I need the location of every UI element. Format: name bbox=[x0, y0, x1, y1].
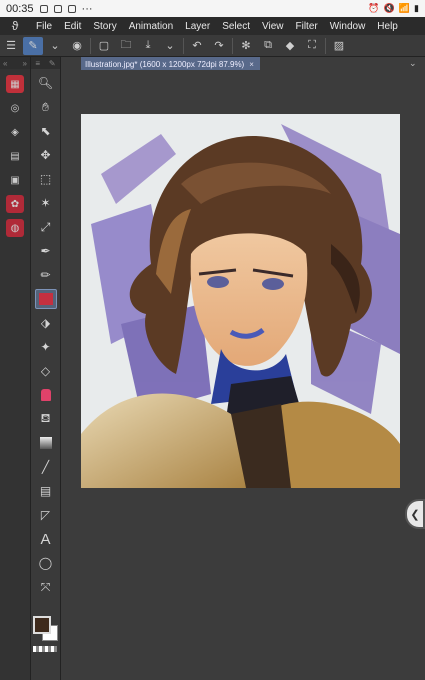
color-chip[interactable] bbox=[33, 616, 59, 642]
notification-icon bbox=[39, 4, 48, 13]
sub-panel: «» ▦ ◎ ◈ ▤ ▣ ✿ ◍ bbox=[0, 57, 31, 680]
line-icon[interactable]: ╱ bbox=[35, 457, 57, 477]
menu-help[interactable]: Help bbox=[371, 21, 404, 32]
redo-icon[interactable]: ↷ bbox=[209, 37, 229, 55]
correction-icon[interactable]: ⤧ bbox=[35, 577, 57, 597]
toolbar-divider-4 bbox=[325, 37, 326, 54]
copy-icon[interactable]: ⧉ bbox=[258, 37, 278, 55]
fill-icon[interactable]: ◆ bbox=[280, 37, 300, 55]
transparent-color-swatch[interactable] bbox=[33, 646, 57, 652]
save-icon[interactable]: ⤓ bbox=[138, 37, 158, 55]
loading-icon[interactable]: ✻ bbox=[236, 37, 256, 55]
alarm-icon: ⏰ bbox=[368, 3, 380, 13]
chevron-down-icon-3[interactable]: ⌄ bbox=[409, 58, 417, 69]
menu-view[interactable]: View bbox=[256, 21, 290, 32]
mute-icon: 🔇 bbox=[383, 3, 395, 13]
tool-panel-header: ≡ ✎ bbox=[31, 57, 60, 69]
selection-icon[interactable]: ⬚ bbox=[35, 169, 57, 189]
side-panel-toggle-icon[interactable]: ❮ bbox=[405, 499, 425, 529]
menu-animation[interactable]: Animation bbox=[123, 21, 179, 32]
magic-wand-icon[interactable]: ✶ bbox=[35, 193, 57, 213]
app-logo-icon[interactable]: ϑ bbox=[0, 19, 30, 33]
frame-icon[interactable]: ▤ bbox=[35, 481, 57, 501]
brush-icon[interactable] bbox=[34, 289, 57, 309]
fill-icon[interactable]: ⛾ bbox=[35, 409, 57, 429]
document-tab-title: Illustration.jpg* (1600 x 1200px 72dpi 8… bbox=[85, 59, 245, 69]
gradient-icon[interactable] bbox=[35, 433, 57, 453]
menu-edit[interactable]: Edit bbox=[58, 21, 87, 32]
document-tab[interactable]: Illustration.jpg* (1600 x 1200px 72dpi 8… bbox=[81, 57, 260, 70]
blend-icon[interactable] bbox=[35, 385, 57, 405]
notification-icon-2 bbox=[53, 4, 62, 13]
pen-nib-icon[interactable]: ✎ bbox=[49, 59, 56, 68]
collapse-right-icon[interactable]: » bbox=[23, 59, 27, 68]
menu-select[interactable]: Select bbox=[216, 21, 256, 32]
layer-panel-icon[interactable]: ◈ bbox=[6, 123, 24, 141]
system-status-bar: 00:35 ··· ⏰ 🔇 📶 ▮ bbox=[0, 0, 425, 17]
sparkle-icon[interactable]: ✦ bbox=[35, 337, 57, 357]
chevron-down-icon[interactable]: ⌄ bbox=[45, 37, 65, 55]
chevron-down-icon-2[interactable]: ⌄ bbox=[160, 37, 180, 55]
airbrush-icon[interactable]: ⬗ bbox=[35, 313, 57, 333]
materials-icon[interactable]: ▣ bbox=[6, 171, 24, 189]
panel-menu-icon[interactable]: ≡ bbox=[35, 59, 40, 68]
brush-settings-icon[interactable]: ✿ bbox=[6, 195, 24, 213]
navigator-icon[interactable]: ◎ bbox=[6, 99, 24, 117]
menu-layer[interactable]: Layer bbox=[179, 21, 216, 32]
toolbar-divider-2 bbox=[183, 37, 184, 54]
menu-story[interactable]: Story bbox=[87, 21, 122, 32]
eyedropper-icon[interactable]: ⤢ bbox=[35, 217, 57, 237]
edit-mode-icon[interactable]: ✎ bbox=[23, 36, 43, 55]
eraser-icon[interactable]: ◇ bbox=[35, 361, 57, 381]
toolbar-divider bbox=[90, 37, 91, 54]
undo-icon[interactable]: ↶ bbox=[187, 37, 207, 55]
more-notifications: ··· bbox=[81, 2, 93, 15]
battery-icon: ▮ bbox=[414, 3, 419, 13]
tool-panel: ≡ ✎ 🔍︎ ✋︎ ⬉ ✥ ⬚ ✶ ⤢ ✒ ✏ ⬗ ✦ ◇ ⛾ ╱ ▤ ◸ A ◯… bbox=[31, 57, 61, 680]
move-icon[interactable]: ✥ bbox=[35, 145, 57, 165]
menu-file[interactable]: File bbox=[30, 21, 58, 32]
open-file-icon[interactable]: 🗀 bbox=[116, 37, 136, 55]
pen-icon[interactable]: ✒ bbox=[35, 241, 57, 261]
pencil-icon[interactable]: ✏ bbox=[35, 265, 57, 285]
menu-bar: ϑ File Edit Story Animation Layer Select… bbox=[0, 17, 425, 35]
wifi-icon: 📶 bbox=[398, 3, 411, 13]
crop-icon[interactable]: ▨ bbox=[329, 37, 349, 55]
hamburger-menu-icon[interactable]: ☰ bbox=[1, 37, 21, 55]
main-color-swatch[interactable] bbox=[33, 616, 51, 634]
object-icon[interactable]: ⬉ bbox=[35, 121, 57, 141]
clock: 00:35 bbox=[6, 2, 34, 15]
illustration-canvas[interactable] bbox=[81, 114, 400, 488]
menu-window[interactable]: Window bbox=[324, 21, 372, 32]
command-bar: ☰ ✎ ⌄ ◉ ▢ 🗀 ⤓ ⌄ ↶ ↷ ✻ ⧉ ◆ ⛶ ▨ bbox=[0, 35, 425, 57]
panel-header: «» bbox=[0, 57, 30, 69]
hand-icon[interactable]: ✋︎ bbox=[35, 97, 57, 117]
color-wheel-icon[interactable]: ◍ bbox=[6, 219, 24, 237]
notification-icon-3 bbox=[67, 4, 76, 13]
text-icon[interactable]: A bbox=[35, 529, 57, 549]
close-tab-icon[interactable]: × bbox=[249, 60, 254, 69]
new-file-icon[interactable]: ▢ bbox=[94, 37, 114, 55]
transform-icon[interactable]: ⛶ bbox=[302, 37, 322, 55]
brush-preview-icon[interactable]: ▦ bbox=[6, 75, 24, 93]
property-panel-icon[interactable]: ▤ bbox=[6, 147, 24, 165]
ruler-icon[interactable]: ◸ bbox=[35, 505, 57, 525]
menu-filter[interactable]: Filter bbox=[289, 21, 323, 32]
collapse-left-icon[interactable]: « bbox=[3, 59, 7, 68]
companion-mode-icon[interactable]: ◉ bbox=[67, 37, 87, 55]
toolbar-divider-3 bbox=[232, 37, 233, 54]
zoom-icon[interactable]: 🔍︎ bbox=[35, 73, 57, 93]
balloon-icon[interactable]: ◯ bbox=[35, 553, 57, 573]
